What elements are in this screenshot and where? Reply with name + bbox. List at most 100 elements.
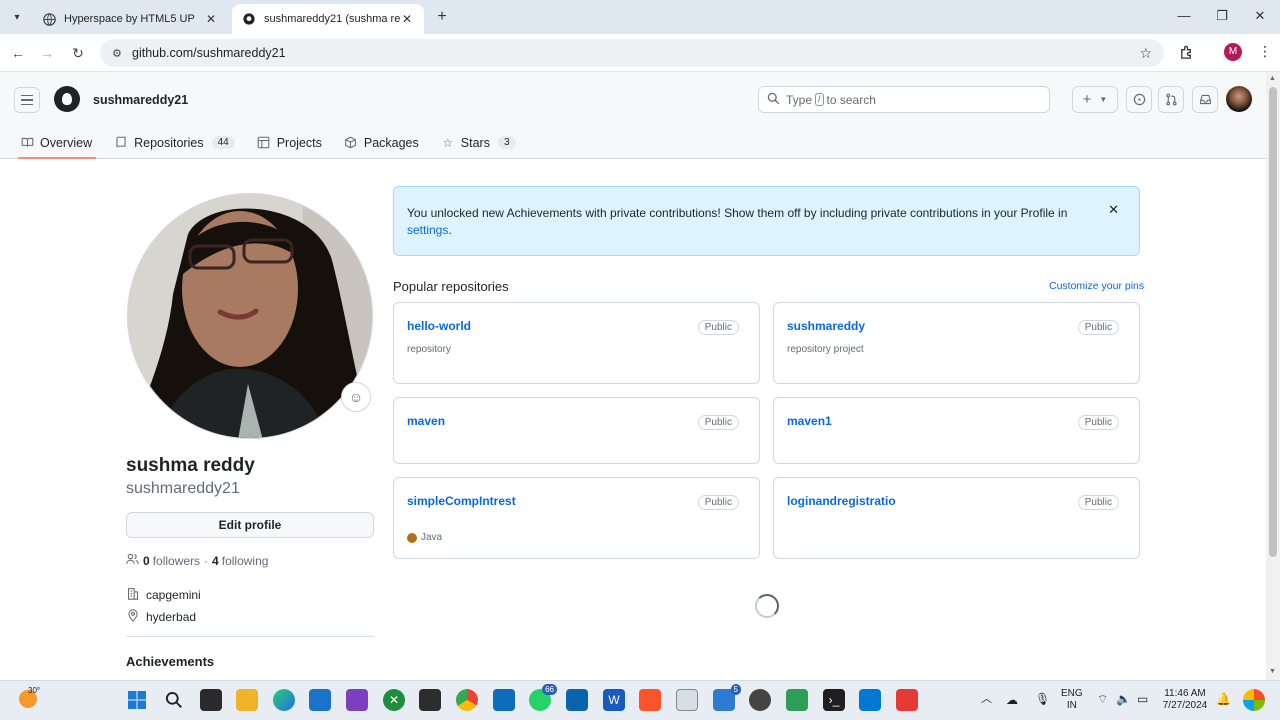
repo-name-link[interactable]: maven1 — [787, 414, 832, 428]
tab-projects[interactable]: Projects — [257, 126, 322, 159]
pull-requests-icon[interactable] — [1158, 86, 1184, 113]
edit-profile-button[interactable]: Edit profile — [126, 512, 374, 538]
scroll-thumb[interactable] — [1269, 87, 1277, 557]
browser-profile-avatar[interactable]: M — [1224, 43, 1242, 61]
app-icon[interactable] — [419, 689, 441, 711]
app-icon[interactable] — [346, 689, 368, 711]
user-avatar[interactable] — [1226, 86, 1252, 112]
tray-chevron-up-icon[interactable]: ︿ — [981, 693, 992, 705]
site-info-icon[interactable]: ⚙ — [112, 47, 126, 60]
stars-count-badge: 3 — [497, 136, 516, 149]
followers-link[interactable]: followers — [153, 554, 200, 568]
clock[interactable]: 11:46 AM 7/27/2024 — [1160, 688, 1210, 712]
copilot-icon[interactable] — [1243, 689, 1265, 711]
notepad-icon[interactable] — [786, 689, 808, 711]
reload-icon[interactable]: ↻ — [69, 44, 87, 62]
repo-icon — [114, 136, 128, 150]
chrome-icon[interactable] — [456, 689, 478, 711]
repo-name-link[interactable]: sushmareddy — [787, 319, 865, 333]
app-icon[interactable] — [676, 689, 698, 711]
extensions-icon[interactable] — [1179, 45, 1194, 63]
tab-packages[interactable]: Packages — [344, 126, 419, 159]
language-code: ENG — [1061, 688, 1083, 699]
clock-time: 11:46 AM — [1164, 688, 1206, 699]
following-count[interactable]: 4 — [212, 554, 219, 568]
scroll-down-icon[interactable]: ▼ — [1269, 668, 1276, 675]
tab-hyperspace[interactable]: Hyperspace by HTML5 UP ✕ — [32, 4, 228, 34]
repo-name-link[interactable]: loginandregistratio — [787, 494, 896, 508]
app-icon[interactable] — [749, 689, 771, 711]
new-tab-button[interactable]: + — [432, 8, 452, 26]
minimize-icon[interactable]: — — [1174, 8, 1194, 23]
settings-link[interactable]: settings — [407, 223, 448, 237]
outlook-icon[interactable] — [566, 689, 588, 711]
search-icon[interactable] — [163, 689, 185, 711]
browser-menu-icon[interactable]: ⋮ — [1258, 43, 1272, 60]
word-icon[interactable]: W — [603, 689, 625, 711]
close-icon[interactable]: ✕ — [400, 12, 414, 26]
weather-temperature: 30° — [28, 686, 41, 695]
issues-icon[interactable] — [1126, 86, 1152, 113]
microphone-icon[interactable]: 🎙 — [1035, 693, 1050, 705]
bookmark-star-icon[interactable]: ☆ — [1139, 45, 1152, 62]
task-view-icon[interactable] — [200, 689, 222, 711]
whatsapp-icon[interactable]: 66 — [529, 684, 557, 711]
search-input[interactable]: Type / to search — [758, 86, 1050, 113]
tab-label: Overview — [40, 135, 93, 150]
close-icon[interactable]: ✕ — [204, 12, 218, 26]
url-field[interactable]: ⚙ github.com/sushmareddy21 ☆ — [100, 39, 1164, 67]
inbox-icon[interactable] — [1192, 86, 1218, 113]
back-icon[interactable]: ← — [9, 44, 27, 62]
windows-start-icon[interactable] — [126, 689, 148, 711]
page-scrollbar[interactable]: ▲ ▼ — [1266, 72, 1280, 680]
visibility-badge: Public — [1077, 495, 1119, 510]
xbox-icon[interactable]: ✕ — [383, 689, 405, 711]
set-status-smiley-icon[interactable]: ☺ — [341, 382, 371, 412]
forward-icon[interactable]: → — [38, 44, 56, 62]
language-region: IN — [1066, 700, 1077, 711]
scroll-up-icon[interactable]: ▲ — [1269, 75, 1276, 82]
search-shortcut-key: / — [815, 93, 824, 106]
tab-overview[interactable]: Overview — [17, 126, 97, 159]
achievements-heading[interactable]: Achievements — [126, 654, 214, 669]
restore-icon[interactable]: ❐ — [1212, 8, 1232, 24]
onedrive-icon[interactable]: ☁ — [1006, 694, 1018, 706]
github-header: sushmareddy21 Type / to search + ▼ Overv… — [0, 72, 1266, 159]
wifi-icon[interactable]: ⌔ — [1097, 693, 1108, 705]
create-new-button[interactable]: + ▼ — [1072, 86, 1118, 113]
volume-icon[interactable]: 🔈 — [1116, 693, 1131, 705]
profile-login: sushmareddy21 — [126, 480, 240, 497]
header-username[interactable]: sushmareddy21 — [93, 93, 188, 107]
url-text: github.com/sushmareddy21 — [132, 46, 286, 60]
repo-description: repository — [407, 344, 451, 355]
repo-name-link[interactable]: maven — [407, 414, 445, 428]
book-icon — [20, 136, 34, 150]
github-logo-icon[interactable] — [54, 86, 80, 112]
tab-label: Projects — [276, 135, 322, 150]
repo-name-link[interactable]: hello-world — [407, 319, 471, 333]
tab-search-icon[interactable]: ▾ — [6, 6, 28, 28]
repo-name-link[interactable]: simpleCompIntrest — [407, 494, 516, 508]
terminal-icon[interactable]: ›_ — [823, 689, 845, 711]
outlook-new-icon[interactable] — [493, 689, 515, 711]
tab-github-profile[interactable]: sushmareddy21 (sushma reddy) ✕ — [232, 4, 424, 34]
customize-pins-link[interactable]: Customize your pins — [1049, 280, 1144, 292]
tab-stars[interactable]: ☆ Stars 3 — [441, 126, 516, 159]
tab-repositories[interactable]: Repositories 44 — [114, 126, 235, 159]
language-indicator[interactable]: ENG IN — [1061, 688, 1083, 712]
recorder-icon[interactable] — [896, 689, 918, 711]
hamburger-menu-icon[interactable] — [14, 87, 40, 113]
repositories-count-badge: 44 — [211, 136, 235, 149]
following-link[interactable]: following — [222, 554, 269, 568]
followers-count[interactable]: 0 — [143, 554, 150, 568]
dismiss-close-icon[interactable]: ✕ — [1108, 201, 1119, 218]
vscode-blue-icon[interactable]: 5 — [713, 684, 741, 711]
window-close-icon[interactable]: ✕ — [1250, 8, 1270, 24]
file-explorer-icon[interactable] — [236, 689, 258, 711]
brave-icon[interactable] — [639, 689, 661, 711]
store-icon[interactable] — [309, 689, 331, 711]
battery-icon[interactable]: ▭ — [1137, 693, 1148, 705]
edge-browser-icon[interactable] — [273, 689, 295, 711]
vscode-icon[interactable] — [859, 689, 881, 711]
notifications-bell-icon[interactable]: 🔔 — [1216, 693, 1231, 705]
